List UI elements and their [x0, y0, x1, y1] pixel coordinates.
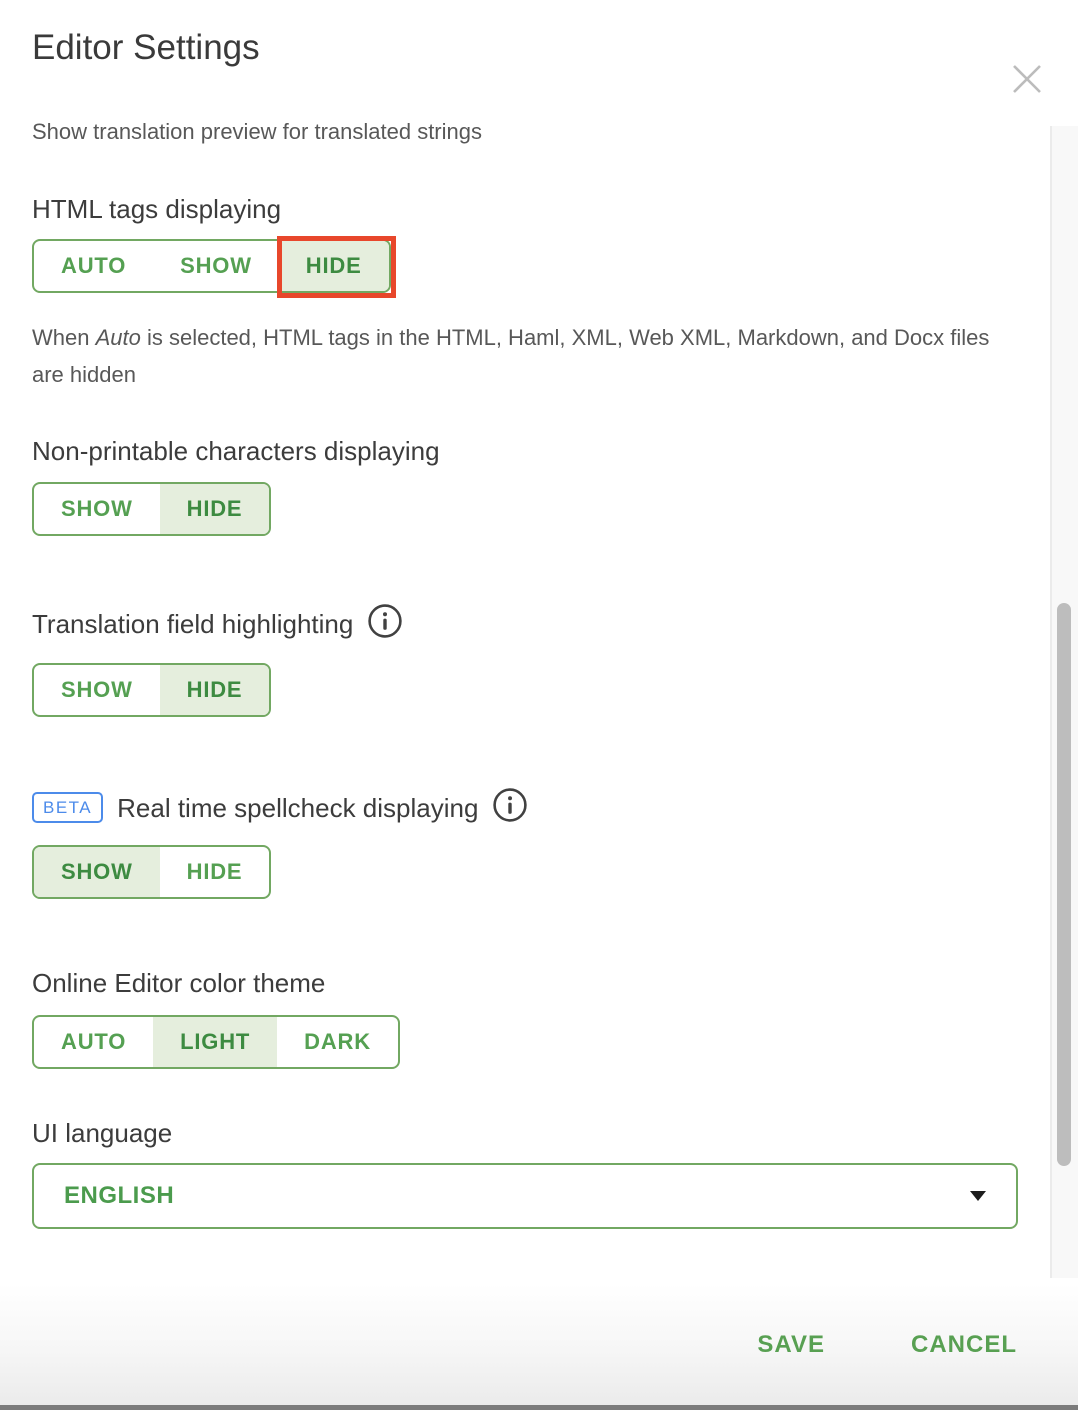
setting-label-field-highlighting: Translation field highlighting: [32, 607, 353, 641]
setting-label-spellcheck: Real time spellcheck displaying: [117, 791, 478, 825]
info-icon[interactable]: [367, 603, 403, 644]
info-icon[interactable]: [492, 787, 528, 828]
option-hide-label: HIDE: [306, 253, 362, 279]
option-show-selected[interactable]: SHOW: [34, 847, 160, 897]
segmented-control-color-theme: AUTO LIGHT DARK: [32, 1015, 400, 1069]
info-circle-glyph: [492, 787, 528, 823]
description-suffix: is selected, HTML tags in the HTML, Haml…: [32, 325, 989, 387]
segmented-control-html-tags: AUTO SHOW HIDE: [32, 239, 391, 293]
segmented-control-non-printable: SHOW HIDE: [32, 482, 271, 536]
option-hide[interactable]: HIDE: [160, 847, 270, 897]
setting-description-html-tags: When Auto is selected, HTML tags in the …: [32, 319, 1018, 393]
setting-header-spellcheck: BETA Real time spellcheck displaying: [32, 787, 1018, 828]
caret-down-icon: [970, 1191, 986, 1201]
option-hide-selected[interactable]: HIDE: [160, 484, 270, 534]
description-prefix: When: [32, 325, 96, 350]
close-icon[interactable]: [1010, 62, 1044, 96]
segmented-control-field-highlighting: SHOW HIDE: [32, 663, 271, 717]
setting-label-color-theme: Online Editor color theme: [32, 966, 1018, 1000]
option-show[interactable]: SHOW: [153, 241, 279, 291]
ui-language-value: ENGLISH: [64, 1182, 174, 1210]
cancel-button[interactable]: CANCEL: [911, 1331, 1017, 1359]
segmented-control-spellcheck: SHOW HIDE: [32, 845, 271, 899]
setting-label-ui-language: UI language: [32, 1116, 1018, 1150]
option-show[interactable]: SHOW: [34, 665, 160, 715]
modal-footer: SAVE CANCEL: [0, 1284, 1078, 1405]
modal-bottom-edge: [0, 1405, 1078, 1410]
description-italic-auto: Auto: [96, 325, 141, 350]
option-dark[interactable]: DARK: [277, 1017, 398, 1067]
beta-badge: BETA: [32, 792, 103, 823]
option-hide-selected[interactable]: HIDE: [160, 665, 270, 715]
setting-label-html-tags: HTML tags displaying: [32, 192, 1018, 226]
ui-language-select[interactable]: ENGLISH: [32, 1163, 1018, 1229]
modal-title: Editor Settings: [32, 26, 1018, 70]
info-circle-glyph: [367, 603, 403, 639]
scrollbar-thumb[interactable]: [1057, 603, 1071, 1166]
setting-header-field-highlighting: Translation field highlighting: [32, 603, 1018, 644]
x-close-glyph: [1010, 62, 1044, 96]
option-auto[interactable]: AUTO: [34, 1017, 153, 1067]
option-show[interactable]: SHOW: [34, 484, 160, 534]
intro-text: Show translation preview for translated …: [32, 116, 1018, 147]
setting-label-non-printable: Non-printable characters displaying: [32, 434, 1018, 468]
save-button[interactable]: SAVE: [757, 1331, 825, 1359]
option-hide-selected[interactable]: HIDE: [279, 241, 389, 291]
editor-settings-modal: { "header": { "title": "Editor Settings"…: [0, 26, 1078, 1410]
option-auto[interactable]: AUTO: [34, 241, 153, 291]
option-light-selected[interactable]: LIGHT: [153, 1017, 277, 1067]
